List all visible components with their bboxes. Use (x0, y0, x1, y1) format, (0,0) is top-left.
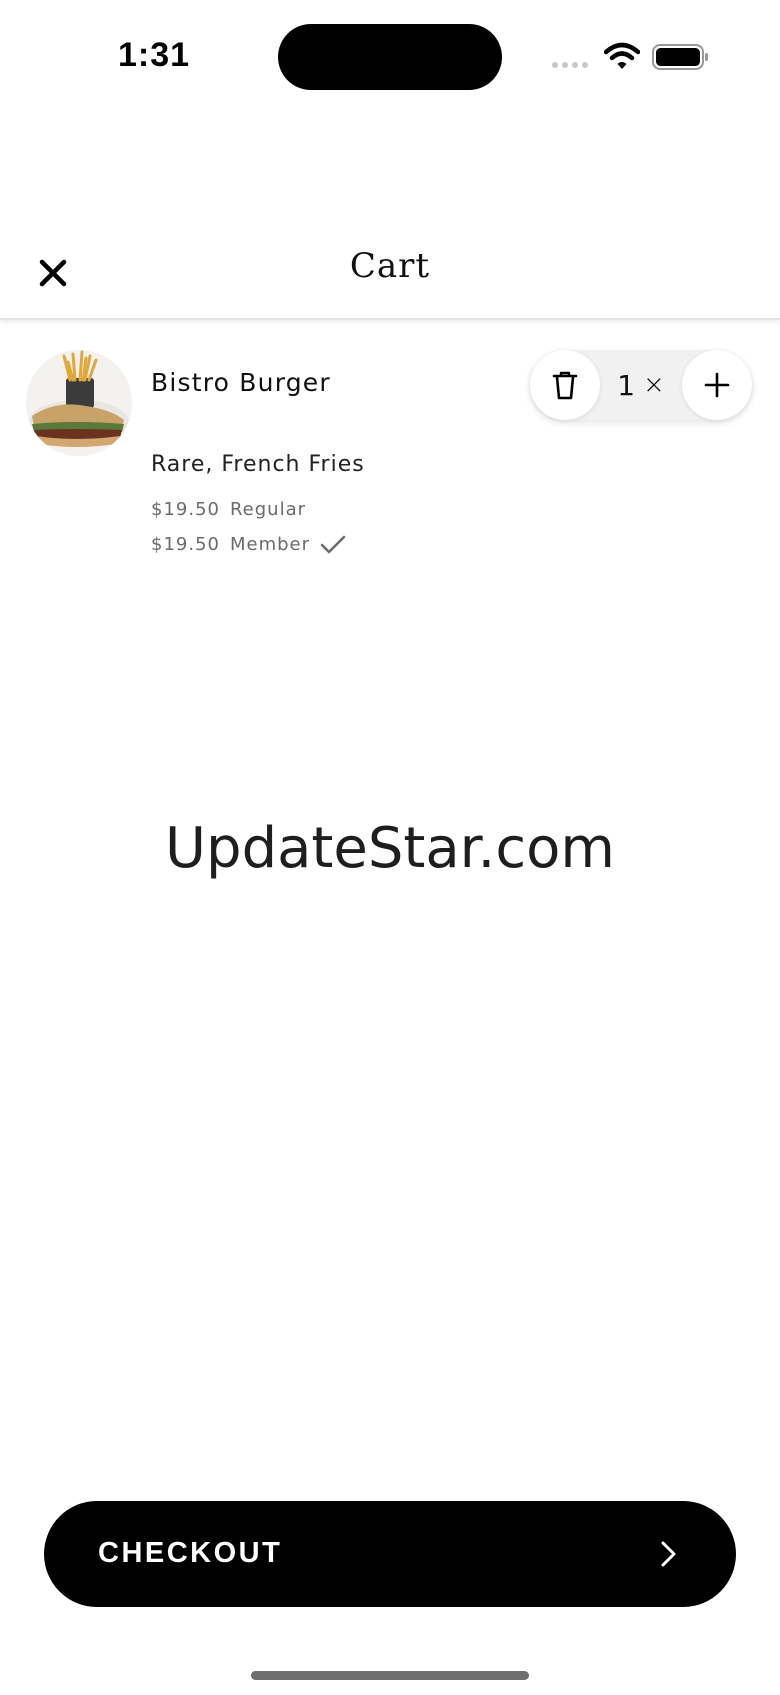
watermark-text: UpdateStar.com (165, 816, 615, 881)
quantity-value: 1 (617, 368, 636, 402)
checkmark-icon (320, 535, 346, 553)
quantity-stepper: 1 × (530, 350, 752, 420)
regular-price-row: $19.50 Regular (151, 499, 306, 520)
plus-icon (704, 372, 730, 398)
dynamic-island (278, 24, 502, 90)
status-time: 1:31 (118, 36, 191, 74)
remove-item-button[interactable] (530, 350, 600, 420)
regular-label: Regular (229, 499, 307, 520)
signal-icon (552, 62, 588, 68)
member-label: Member (229, 534, 311, 555)
item-name: Bistro Burger (151, 368, 331, 397)
member-price: $19.50 (151, 534, 220, 555)
checkout-button[interactable]: CHECKOUT (44, 1501, 736, 1607)
increase-quantity-button[interactable] (682, 350, 752, 420)
battery-icon (652, 44, 708, 70)
home-indicator[interactable] (251, 1671, 529, 1680)
regular-price: $19.50 (151, 499, 220, 520)
burger-image (26, 350, 132, 456)
member-price-row: $19.50 Member (151, 534, 346, 555)
wifi-icon (604, 42, 640, 69)
checkout-label: CHECKOUT (98, 1537, 283, 1569)
quantity-display: 1 × (600, 350, 682, 420)
cart-screen: 1:31 Cart Bistro Burger Rare, French Fri… (0, 0, 780, 1695)
trash-icon (552, 371, 578, 400)
item-image (26, 350, 132, 456)
chevron-right-icon (661, 1541, 676, 1567)
cart-header: Cart (0, 220, 780, 320)
item-options: Rare, French Fries (151, 452, 365, 477)
quantity-times: × (643, 370, 665, 400)
page-title: Cart (349, 246, 431, 286)
